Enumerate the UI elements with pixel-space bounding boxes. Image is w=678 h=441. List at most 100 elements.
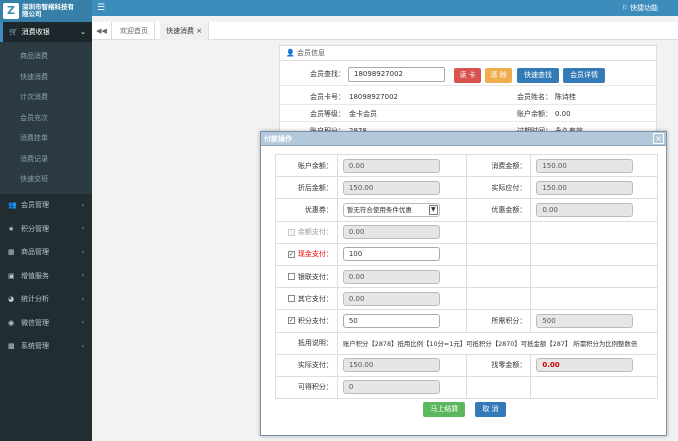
top-bar: ☰ ⚐ 快捷功能 xyxy=(0,0,678,16)
sidebar-subitem[interactable]: 快速交班 xyxy=(0,169,92,190)
shortcut-button[interactable]: ⚐ 快捷功能 xyxy=(621,3,658,13)
sidebar-subitem[interactable]: 会员充次 xyxy=(0,108,92,129)
coupon-select[interactable]: 暂无符合使用条件优惠 ▼ xyxy=(342,202,440,217)
other-pay-checkbox[interactable] xyxy=(287,295,295,303)
chevron-left-icon: ‹ xyxy=(81,201,84,209)
tab-bar: ◀◀ 欢迎首页 快速消费 × xyxy=(92,22,678,40)
sidebar-subitem[interactable]: 快速消费 xyxy=(0,67,92,88)
chevron-left-icon: ‹ xyxy=(81,342,84,350)
name-value: 陈诗桂 xyxy=(555,93,576,101)
sidebar-subitem[interactable]: 商品消费 xyxy=(0,46,92,67)
close-icon[interactable]: × xyxy=(196,27,202,35)
sidebar-item-points[interactable]: ★ 积分管理 ‹ xyxy=(0,217,92,241)
earn-points-label: 可得积分： xyxy=(276,376,338,399)
quick-find-button[interactable]: 快速查找 xyxy=(517,68,559,83)
member-query-input[interactable]: 18098927002 xyxy=(348,67,445,82)
sidebar: 🛒 消费收银 ⌄ 商品消费 快速消费 计次消费 会员充次 消费挂单 消费记录 快… xyxy=(0,22,92,441)
sidebar-item-stats[interactable]: ◕ 统计分析 ‹ xyxy=(0,288,92,312)
form-row: 其它支付： 0.00 xyxy=(276,288,658,311)
account-balance-field: 0.00 xyxy=(342,158,440,173)
shortcut-label: 快捷功能 xyxy=(630,4,658,12)
account-balance-label: 账户余额： xyxy=(276,155,338,177)
monitor-icon: ▩ xyxy=(8,342,15,351)
points-pay-label: 积分支付： xyxy=(297,316,333,325)
panel-title: 👤 会员信息 xyxy=(280,46,656,61)
sidebar-subitem[interactable]: 消费挂单 xyxy=(0,128,92,149)
user-icon: 👤 xyxy=(286,49,295,57)
chevron-down-icon: ⌄ xyxy=(80,28,86,36)
sidebar-item-wechat[interactable]: ◉ 微信管理 ‹ xyxy=(0,311,92,335)
chevron-down-icon: ▼ xyxy=(428,204,438,215)
balance-label: 账户余额： xyxy=(517,110,552,118)
dialog-footer: 马上结算 取 消 xyxy=(261,402,668,417)
form-row: 折后金额： 150.00 实际应付： 150.00 xyxy=(276,177,658,200)
name-label: 会员姓名： xyxy=(517,93,552,101)
box-icon: ▦ xyxy=(8,248,15,257)
points-pay-checkbox[interactable]: ✓ xyxy=(287,317,295,325)
form-row: ✓ 现金支付： 100 xyxy=(276,243,658,266)
chevron-left-icon: ‹ xyxy=(81,295,84,303)
sidebar-item-member[interactable]: 👥 会员管理 ‹ xyxy=(0,194,92,218)
hamburger-icon[interactable]: ☰ xyxy=(97,3,105,13)
cash-pay-checkbox[interactable]: ✓ xyxy=(287,250,295,258)
other-pay-field: 0.00 xyxy=(342,291,440,306)
member-info-panel: 👤 会员信息 会员查找： 18098927002 读 卡 清 除 快速查找 会员… xyxy=(279,45,658,140)
other-pay-label: 其它支付： xyxy=(297,294,333,303)
earn-points-field: 0 xyxy=(342,380,440,395)
star-icon: ★ xyxy=(8,224,15,233)
wechat-icon: ◉ xyxy=(8,318,15,327)
clear-button[interactable]: 清 除 xyxy=(485,68,512,83)
tab-quick-consume[interactable]: 快速消费 × xyxy=(160,22,210,40)
points-needed-field: 500 xyxy=(536,313,634,328)
actual-due-label: 实际应付： xyxy=(467,177,532,199)
discount-amount-label: 折后金额： xyxy=(276,177,338,199)
change-amount-field: 0.00 xyxy=(536,358,634,373)
sidebar-subitem[interactable]: 消费记录 xyxy=(0,149,92,170)
tab-scroll-left-icon[interactable]: ◀◀ xyxy=(92,22,112,40)
cancel-button[interactable]: 取 消 xyxy=(475,402,506,417)
actual-pay-label: 实际支付： xyxy=(276,354,338,376)
cash-pay-label: 现金支付： xyxy=(297,250,333,259)
unionpay-pay-checkbox[interactable] xyxy=(287,273,295,281)
member-detail-button[interactable]: 会员详情 xyxy=(563,68,605,83)
confirm-settle-button[interactable]: 马上结算 xyxy=(423,402,466,417)
chevron-left-icon: ‹ xyxy=(81,272,84,280)
payment-form: 账户余额： 0.00 消费金额： 150.00 折后金额： 150.00 实际应… xyxy=(275,154,658,400)
chevron-left-icon: ‹ xyxy=(81,248,84,256)
balance-value: 0.00 xyxy=(555,110,571,118)
points-pay-input[interactable]: 50 xyxy=(342,313,440,328)
card-label: 会员卡号： xyxy=(310,93,345,101)
member-query-row: 会员查找： 18098927002 读 卡 清 除 快速查找 会员详情 xyxy=(280,62,658,86)
form-row: 账户余额： 0.00 消费金额： 150.00 xyxy=(276,155,658,178)
sidebar-group-cashier[interactable]: 🛒 消费收银 ⌄ xyxy=(0,22,92,42)
coupon-label: 优惠券： xyxy=(276,199,338,221)
points-needed-label: 所需积分： xyxy=(467,310,532,332)
coupon-amount-field: 0.00 xyxy=(536,202,634,217)
logo[interactable]: Z 深圳市智络科技有 限公司 xyxy=(0,0,92,22)
actual-pay-field: 150.00 xyxy=(342,358,440,373)
form-row: 实际支付： 150.00 找零金额： 0.00 xyxy=(276,354,658,377)
cash-pay-input[interactable]: 100 xyxy=(342,247,440,262)
logo-icon: Z xyxy=(3,3,19,19)
consume-amount-label: 消费金额： xyxy=(467,155,532,177)
tab-welcome[interactable]: 欢迎首页 xyxy=(114,22,155,40)
member-row: 会员等级： 金卡会员 账户余额： 0.00 xyxy=(280,106,658,122)
sidebar-subitem[interactable]: 计次消费 xyxy=(0,87,92,108)
form-row: ✓ 积分支付： 50 所需积分： 500 xyxy=(276,310,658,333)
points-note-label: 抵用说明： xyxy=(276,332,338,354)
form-row: 余额支付： 0.00 xyxy=(276,221,658,244)
close-icon[interactable]: × xyxy=(653,133,664,144)
payment-dialog: 付款操作 × 账户余额： 0.00 消费金额： 150.00 折后金额： 150… xyxy=(260,131,667,436)
gift-icon: ▣ xyxy=(8,271,15,280)
unionpay-pay-label: 银联支付： xyxy=(297,272,333,281)
cart-icon: 🛒 xyxy=(9,28,18,36)
level-label: 会员等级： xyxy=(310,110,345,118)
level-value: 金卡会员 xyxy=(349,110,377,118)
balance-pay-checkbox[interactable] xyxy=(287,228,295,236)
sidebar-item-value-added[interactable]: ▣ 增值服务 ‹ xyxy=(0,264,92,288)
sidebar-item-system[interactable]: ▩ 系统管理 ‹ xyxy=(0,335,92,359)
sidebar-item-goods[interactable]: ▦ 商品管理 ‹ xyxy=(0,241,92,265)
sidebar-group-label: 消费收银 xyxy=(21,28,50,36)
read-card-button[interactable]: 读 卡 xyxy=(454,68,481,83)
balance-pay-label: 余额支付： xyxy=(297,228,333,237)
